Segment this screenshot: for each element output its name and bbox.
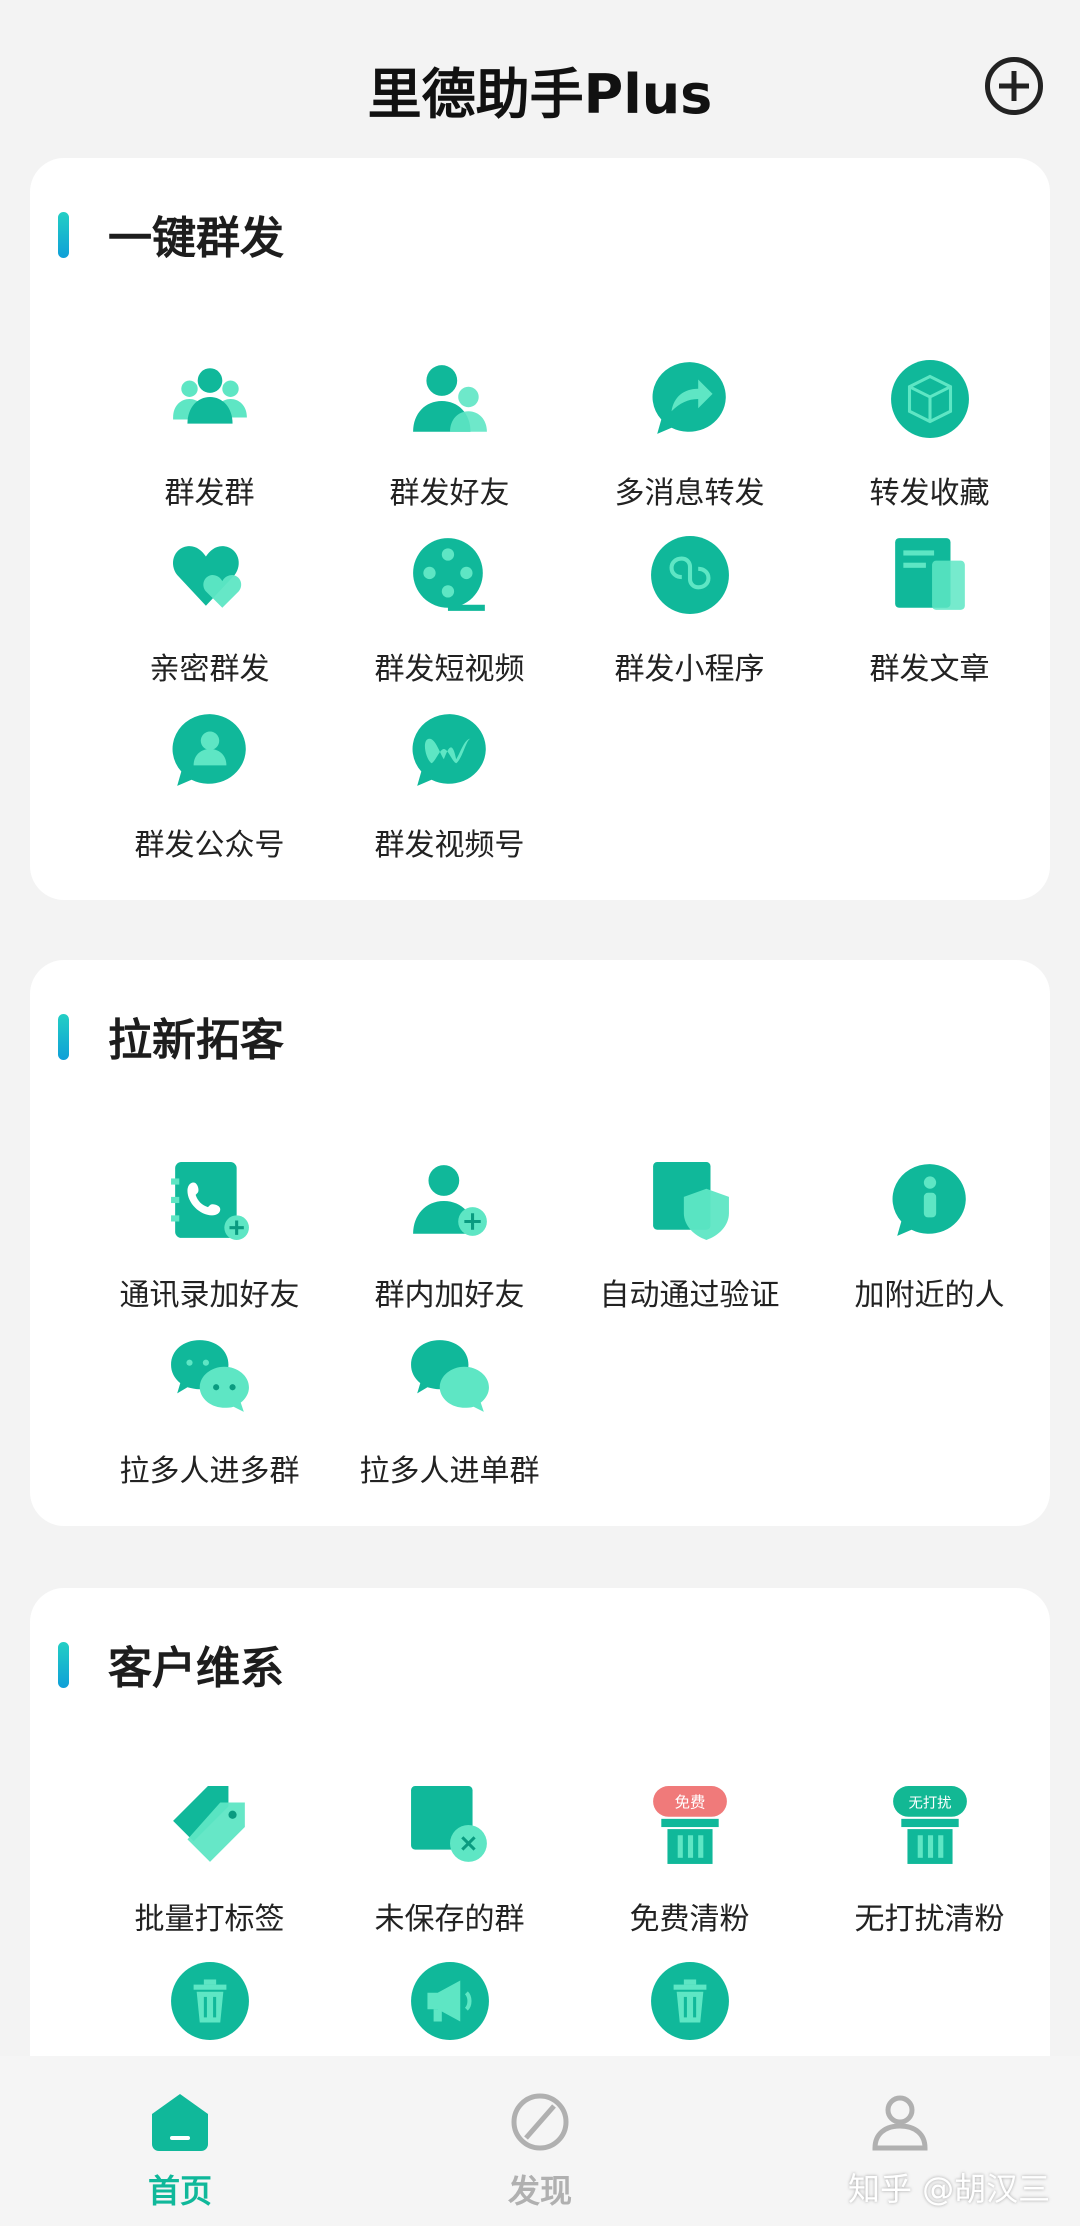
feature-item[interactable]: 群发好友 xyxy=(322,358,577,528)
trash-circle-icon xyxy=(649,1960,731,2042)
friends-icon xyxy=(409,358,491,440)
feature-item[interactable]: 转发收藏 xyxy=(802,358,1057,528)
feature-label: 自动通过验证 xyxy=(599,1278,780,1313)
article-icon xyxy=(889,534,971,616)
nearby-info-icon xyxy=(889,1160,971,1242)
feature-label: 未保存的群 xyxy=(374,1902,525,1937)
feature-label: 群发小程序 xyxy=(614,652,765,687)
megaphone-icon xyxy=(409,1960,491,2042)
feature-label: 通讯录加好友 xyxy=(119,1278,300,1313)
tag-icon xyxy=(169,1784,251,1866)
feature-label: 加附近的人 xyxy=(854,1278,1005,1313)
feature-item[interactable]: 群发视频号 xyxy=(322,710,577,880)
chat-bubbles-2-icon xyxy=(409,1336,491,1418)
feature-item[interactable]: 未保存的群 xyxy=(322,1784,577,1954)
section-card-broadcast: 一键群发 群发群 群发好友 多消息转发 转发收藏 亲密群发 群发短视频 群发小程… xyxy=(30,158,1050,900)
feature-item[interactable]: 拉多人进单群 xyxy=(322,1336,577,1506)
svg-text:无打扰: 无打扰 xyxy=(908,1795,951,1812)
feature-item[interactable]: 多消息转发 xyxy=(562,358,817,528)
feature-label: 群发群 xyxy=(164,476,255,511)
forward-icon xyxy=(649,358,731,440)
compass-icon xyxy=(510,2092,570,2152)
feature-item[interactable]: 无打扰 无打扰清粉 xyxy=(802,1774,1057,1944)
feature-item[interactable]: 群内加好友 xyxy=(322,1160,577,1330)
film-reel-icon xyxy=(409,534,491,616)
tab-discover[interactable]: 发现 xyxy=(440,2056,640,2226)
watermark: 知乎 @胡汉三 xyxy=(848,2170,1051,2208)
profile-icon xyxy=(870,2092,930,2152)
official-account-icon xyxy=(169,710,251,792)
feature-label: 批量打标签 xyxy=(134,1902,285,1937)
trash-badge-icon: 免费 xyxy=(649,1784,731,1866)
feature-label: 免费清粉 xyxy=(629,1902,750,1937)
unsaved-group-icon xyxy=(409,1784,491,1866)
feature-label: 亲密群发 xyxy=(149,652,270,687)
feature-item[interactable]: 拉多人进多群 xyxy=(82,1336,337,1506)
feature-label: 群发公众号 xyxy=(134,828,285,863)
tab-label: 发现 xyxy=(507,2172,572,2210)
feature-item[interactable]: 群发公众号 xyxy=(82,710,337,880)
section-title: 拉新拓客 xyxy=(108,1015,284,1066)
channels-icon xyxy=(409,710,491,792)
svg-text:免费: 免费 xyxy=(675,1794,706,1812)
feature-label: 群内加好友 xyxy=(374,1278,525,1313)
contacts-add-icon xyxy=(169,1160,251,1242)
feature-item[interactable]: 群发小程序 xyxy=(562,534,817,704)
feature-label: 无打扰清粉 xyxy=(854,1902,1005,1937)
section-title: 客户维系 xyxy=(108,1643,284,1694)
feature-item[interactable]: 免费 免费清粉 xyxy=(562,1774,817,1944)
mini-program-icon xyxy=(649,534,731,616)
tab-label: 首页 xyxy=(147,2172,212,2210)
feature-label: 拉多人进多群 xyxy=(119,1454,300,1489)
section-card-acquisition: 拉新拓客 通讯录加好友 群内加好友 自动通过验证 加附近的人 拉多人进多群 拉多… xyxy=(30,960,1050,1526)
person-add-icon xyxy=(409,1160,491,1242)
feature-item[interactable]: 群发短视频 xyxy=(322,534,577,704)
feature-item[interactable]: 自动通过验证 xyxy=(562,1160,817,1330)
feature-label: 多消息转发 xyxy=(614,476,765,511)
title-accent-bar xyxy=(58,1014,69,1060)
feature-label: 转发收藏 xyxy=(869,476,990,511)
feature-item[interactable]: 亲密群发 xyxy=(82,534,337,704)
app-title: 里德助手Plus xyxy=(367,63,713,126)
chat-bubbles-icon xyxy=(169,1336,251,1418)
feature-item[interactable]: 群发群 xyxy=(82,358,337,528)
feature-label: 拉多人进单群 xyxy=(359,1454,540,1489)
hearts-icon xyxy=(169,534,251,616)
feature-item[interactable]: 加附近的人 xyxy=(802,1160,1057,1330)
feature-item[interactable]: 批量打标签 xyxy=(82,1784,337,1954)
title-accent-bar xyxy=(58,1642,69,1688)
home-icon xyxy=(150,2092,210,2152)
feature-label: 群发视频号 xyxy=(374,828,525,863)
add-circle-button[interactable] xyxy=(985,57,1043,115)
feature-label: 群发短视频 xyxy=(374,652,525,687)
section-title: 一键群发 xyxy=(108,213,284,264)
cube-icon xyxy=(889,358,971,440)
group-icon xyxy=(169,358,251,440)
tab-home[interactable]: 首页 xyxy=(80,2056,280,2226)
shield-icon xyxy=(649,1160,731,1242)
feature-item[interactable]: 通讯录加好友 xyxy=(82,1160,337,1330)
feature-item[interactable]: 群发文章 xyxy=(802,534,1057,704)
feature-label: 群发好友 xyxy=(389,476,510,511)
title-accent-bar xyxy=(58,212,69,258)
trash-circle-icon xyxy=(169,1960,251,2042)
app-header: 里德助手Plus xyxy=(0,0,1080,160)
feature-label: 群发文章 xyxy=(869,652,990,687)
trash-badge-icon: 无打扰 xyxy=(889,1784,971,1866)
